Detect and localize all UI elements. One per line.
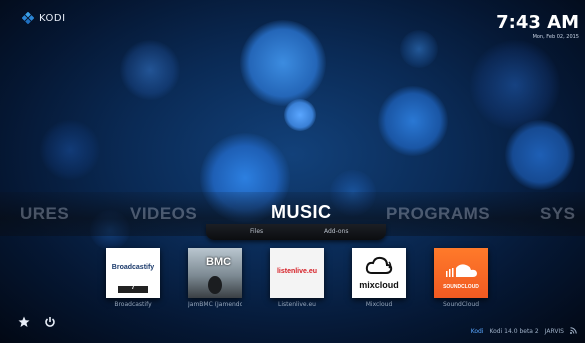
menu-item-system[interactable]: SYS [540,204,576,224]
addon-label: SoundCloud [442,301,480,308]
addon-label: JamBMC (Jamendo) [188,301,242,308]
addon-thumb-text: BMC [206,256,232,268]
addon-thumb-text: Broadcastify [111,264,155,271]
addon-thumb-text: mixcloud [359,280,399,290]
addon-broadcastify[interactable]: Broadcastify 7 Broadcastify [106,248,160,308]
footer-status: Kodi Kodi 14.0 beta 2 JARVIS [471,327,577,336]
submenu-item-addons[interactable]: Add-ons [324,228,349,235]
addon-thumbnail: BMC [188,248,242,298]
addon-shortcuts: Broadcastify 7 Broadcastify BMC JamBMC (… [0,248,585,328]
clock-time: 7:43 AM [496,12,579,33]
clock: 7:43 AM Mon, Feb 02, 2015 [496,12,579,41]
rss-icon [570,327,577,336]
speaker-icon [208,276,222,294]
background-bokeh [120,40,180,100]
soundcloud-cloud-icon [444,262,478,282]
addon-label: Broadcastify [114,301,152,308]
favourites-star-icon[interactable] [18,313,30,332]
music-submenu: Files Add-ons [206,224,386,240]
addon-thumb-sub: 7 [131,285,135,291]
background-bokeh [505,120,575,190]
addon-thumbnail: mixcloud [352,248,406,298]
addon-jambmc[interactable]: BMC JamBMC (Jamendo) [188,248,242,308]
background-bokeh [378,86,448,156]
kodi-logo-text: KODI [39,12,66,24]
menu-item-music[interactable]: MUSIC [271,202,332,223]
cloud-icon [365,256,393,280]
addon-mixcloud[interactable]: mixcloud Mixcloud [352,248,406,308]
background-bokeh [400,30,438,68]
menu-item-videos[interactable]: VIDEOS [130,204,197,224]
kodi-logo-icon [21,11,35,25]
bottom-left-controls [18,313,56,332]
clock-date: Mon, Feb 02, 2015 [532,34,579,40]
background-bokeh [284,99,316,131]
menu-item-programs[interactable]: PROGRAMS [386,204,490,224]
background-bokeh [240,20,326,106]
footer-version: Kodi 14.0 beta 2 [489,328,539,335]
footer-extra: JARVIS [544,328,564,335]
kodi-logo: KODI [21,11,66,25]
footer-kodi-word: Kodi [470,328,484,335]
background-bokeh [470,40,560,130]
addon-thumbnail: listenlive.eu [270,248,324,298]
background-bokeh [40,120,100,180]
submenu-item-files[interactable]: Files [250,228,263,235]
kodi-home-screen: KODI 7:43 AM Mon, Feb 02, 2015 URES VIDE… [0,0,585,343]
addon-label: Mixcloud [365,301,393,308]
menu-item-pictures[interactable]: URES [20,204,69,224]
addon-thumbnail: Broadcastify 7 [106,248,160,298]
addon-listenlive[interactable]: listenlive.eu Listenlive.eu [270,248,324,308]
addon-thumb-text: listenlive.eu [276,268,318,275]
power-icon[interactable] [44,313,56,332]
addon-label: Listenlive.eu [278,301,316,308]
addon-thumbnail: SOUNDCLOUD [434,248,488,298]
addon-thumb-text: SOUNDCLOUD [443,284,479,290]
addon-soundcloud[interactable]: SOUNDCLOUD SoundCloud [434,248,488,308]
